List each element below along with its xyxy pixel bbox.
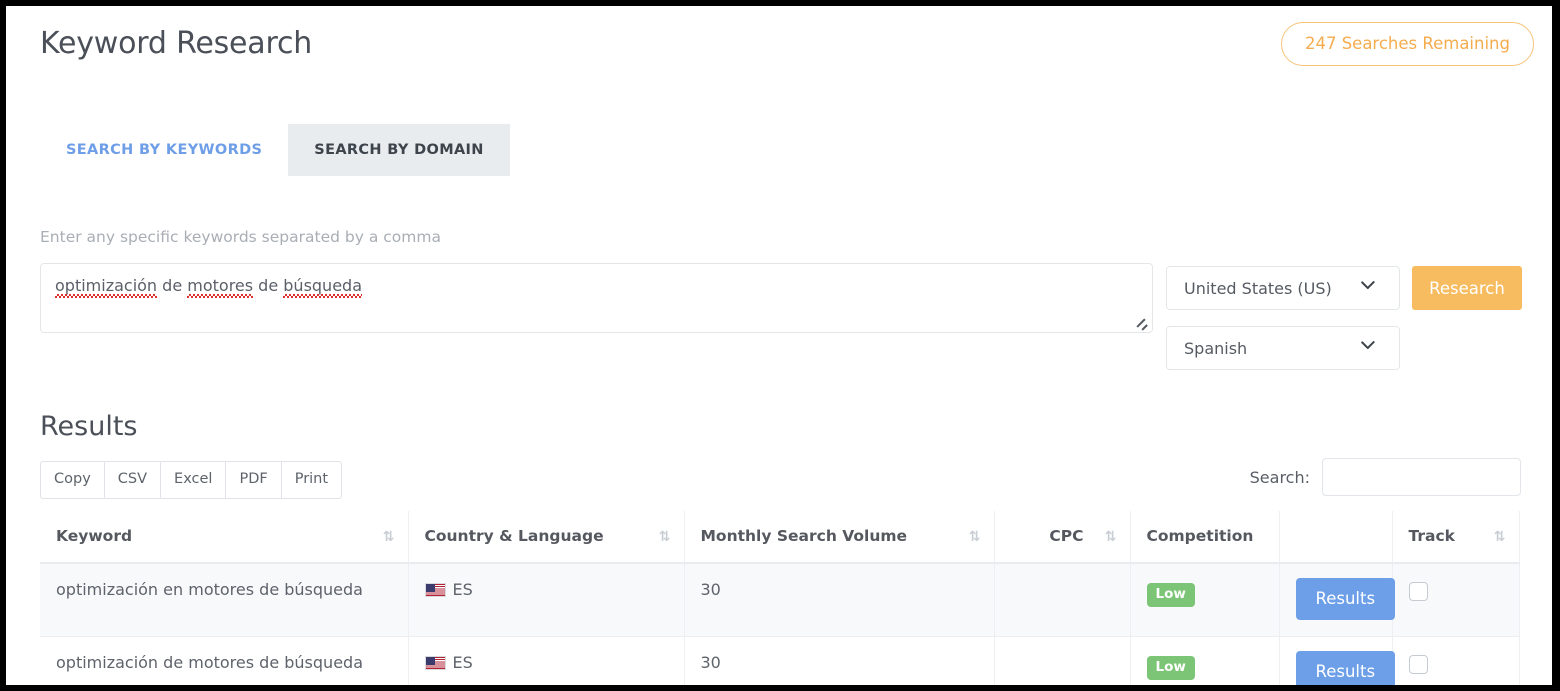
tab-search-by-keywords[interactable]: SEARCH BY KEYWORDS <box>40 124 288 176</box>
search-mode-tabs: SEARCH BY KEYWORDS SEARCH BY DOMAIN <box>40 124 510 176</box>
export-print-button[interactable]: Print <box>281 461 342 499</box>
cell-monthly-search-volume: 30 <box>684 563 994 637</box>
cell-competition: Low <box>1130 563 1279 637</box>
page-header: Keyword Research 247 Searches Remaining <box>6 6 1552 92</box>
cell-keyword: optimización de motores de búsqueda <box>40 637 408 686</box>
export-button-group: Copy CSV Excel PDF Print <box>40 461 342 499</box>
table-row: optimización de motores de búsqueda ES 3… <box>40 637 1519 686</box>
us-flag-icon <box>425 656 446 670</box>
export-pdf-button[interactable]: PDF <box>225 461 281 499</box>
results-table-head: Keyword ⇅ Country & Language ⇅ Monthly S… <box>40 511 1519 563</box>
th-competition-label: Competition <box>1147 527 1254 545</box>
th-country-language[interactable]: Country & Language ⇅ <box>408 511 684 563</box>
export-excel-button[interactable]: Excel <box>160 461 226 499</box>
track-checkbox[interactable] <box>1409 655 1428 674</box>
export-copy-button[interactable]: Copy <box>40 461 105 499</box>
th-country-language-label: Country & Language <box>425 527 604 545</box>
th-competition[interactable]: Competition <box>1130 511 1279 563</box>
language-select[interactable]: Spanish <box>1166 326 1400 370</box>
us-flag-icon <box>425 583 446 597</box>
table-search-filter: Search: <box>1250 458 1521 496</box>
table-row: optimización en motores de búsqueda ES 3… <box>40 563 1519 637</box>
results-heading: Results <box>40 411 138 442</box>
keywords-input[interactable] <box>40 263 1153 333</box>
searches-remaining-badge[interactable]: 247 Searches Remaining <box>1281 22 1534 66</box>
th-keyword[interactable]: Keyword ⇅ <box>40 511 408 563</box>
th-monthly-search-volume-label: Monthly Search Volume <box>701 527 908 545</box>
cell-country-language-label: ES <box>453 580 473 599</box>
sort-icon-country-language[interactable]: ⇅ <box>659 530 670 544</box>
browser-viewport: Keyword Research 247 Searches Remaining … <box>6 6 1552 685</box>
cell-country-language: ES <box>408 563 684 637</box>
cell-track <box>1392 563 1519 637</box>
cell-country-language: ES <box>408 637 684 686</box>
status-badge: Low <box>1147 656 1195 680</box>
sort-icon-cpc[interactable]: ⇅ <box>1105 530 1116 544</box>
keyword-research-page: Keyword Research 247 Searches Remaining … <box>6 6 1552 685</box>
sort-icon-track[interactable]: ⇅ <box>1494 530 1505 544</box>
table-header-row: Keyword ⇅ Country & Language ⇅ Monthly S… <box>40 511 1519 563</box>
cell-actions: Results <box>1279 637 1392 686</box>
th-actions <box>1279 511 1392 563</box>
cell-actions: Results <box>1279 563 1392 637</box>
page-title: Keyword Research <box>40 26 312 61</box>
th-cpc[interactable]: CPC ⇅ <box>994 511 1130 563</box>
th-keyword-label: Keyword <box>56 527 132 545</box>
row-results-button[interactable]: Results <box>1296 578 1396 620</box>
track-checkbox[interactable] <box>1409 582 1428 601</box>
table-search-label: Search: <box>1250 468 1310 487</box>
cell-keyword: optimización en motores de búsqueda <box>40 563 408 637</box>
cell-monthly-search-volume: 30 <box>684 637 994 686</box>
results-table: Keyword ⇅ Country & Language ⇅ Monthly S… <box>40 511 1520 685</box>
country-select[interactable]: United States (US) <box>1166 266 1400 310</box>
research-button[interactable]: Research <box>1412 266 1522 310</box>
th-cpc-label: CPC <box>1049 527 1083 545</box>
keywords-field-label: Enter any specific keywords separated by… <box>40 228 441 246</box>
cell-cpc <box>994 637 1130 686</box>
th-monthly-search-volume[interactable]: Monthly Search Volume ⇅ <box>684 511 994 563</box>
status-badge: Low <box>1147 583 1195 607</box>
results-table-body: optimización en motores de búsqueda ES 3… <box>40 563 1519 685</box>
th-track[interactable]: Track ⇅ <box>1392 511 1519 563</box>
table-search-input[interactable] <box>1322 458 1521 496</box>
row-results-button[interactable]: Results <box>1296 651 1396 685</box>
export-csv-button[interactable]: CSV <box>104 461 161 499</box>
cell-country-language-label: ES <box>453 653 473 672</box>
th-track-label: Track <box>1409 527 1455 545</box>
sort-icon-monthly-search-volume[interactable]: ⇅ <box>969 530 980 544</box>
cell-competition: Low <box>1130 637 1279 686</box>
cell-cpc <box>994 563 1130 637</box>
cell-track <box>1392 637 1519 686</box>
tab-search-by-domain[interactable]: SEARCH BY DOMAIN <box>288 124 510 176</box>
sort-icon-keyword[interactable]: ⇅ <box>383 530 394 544</box>
